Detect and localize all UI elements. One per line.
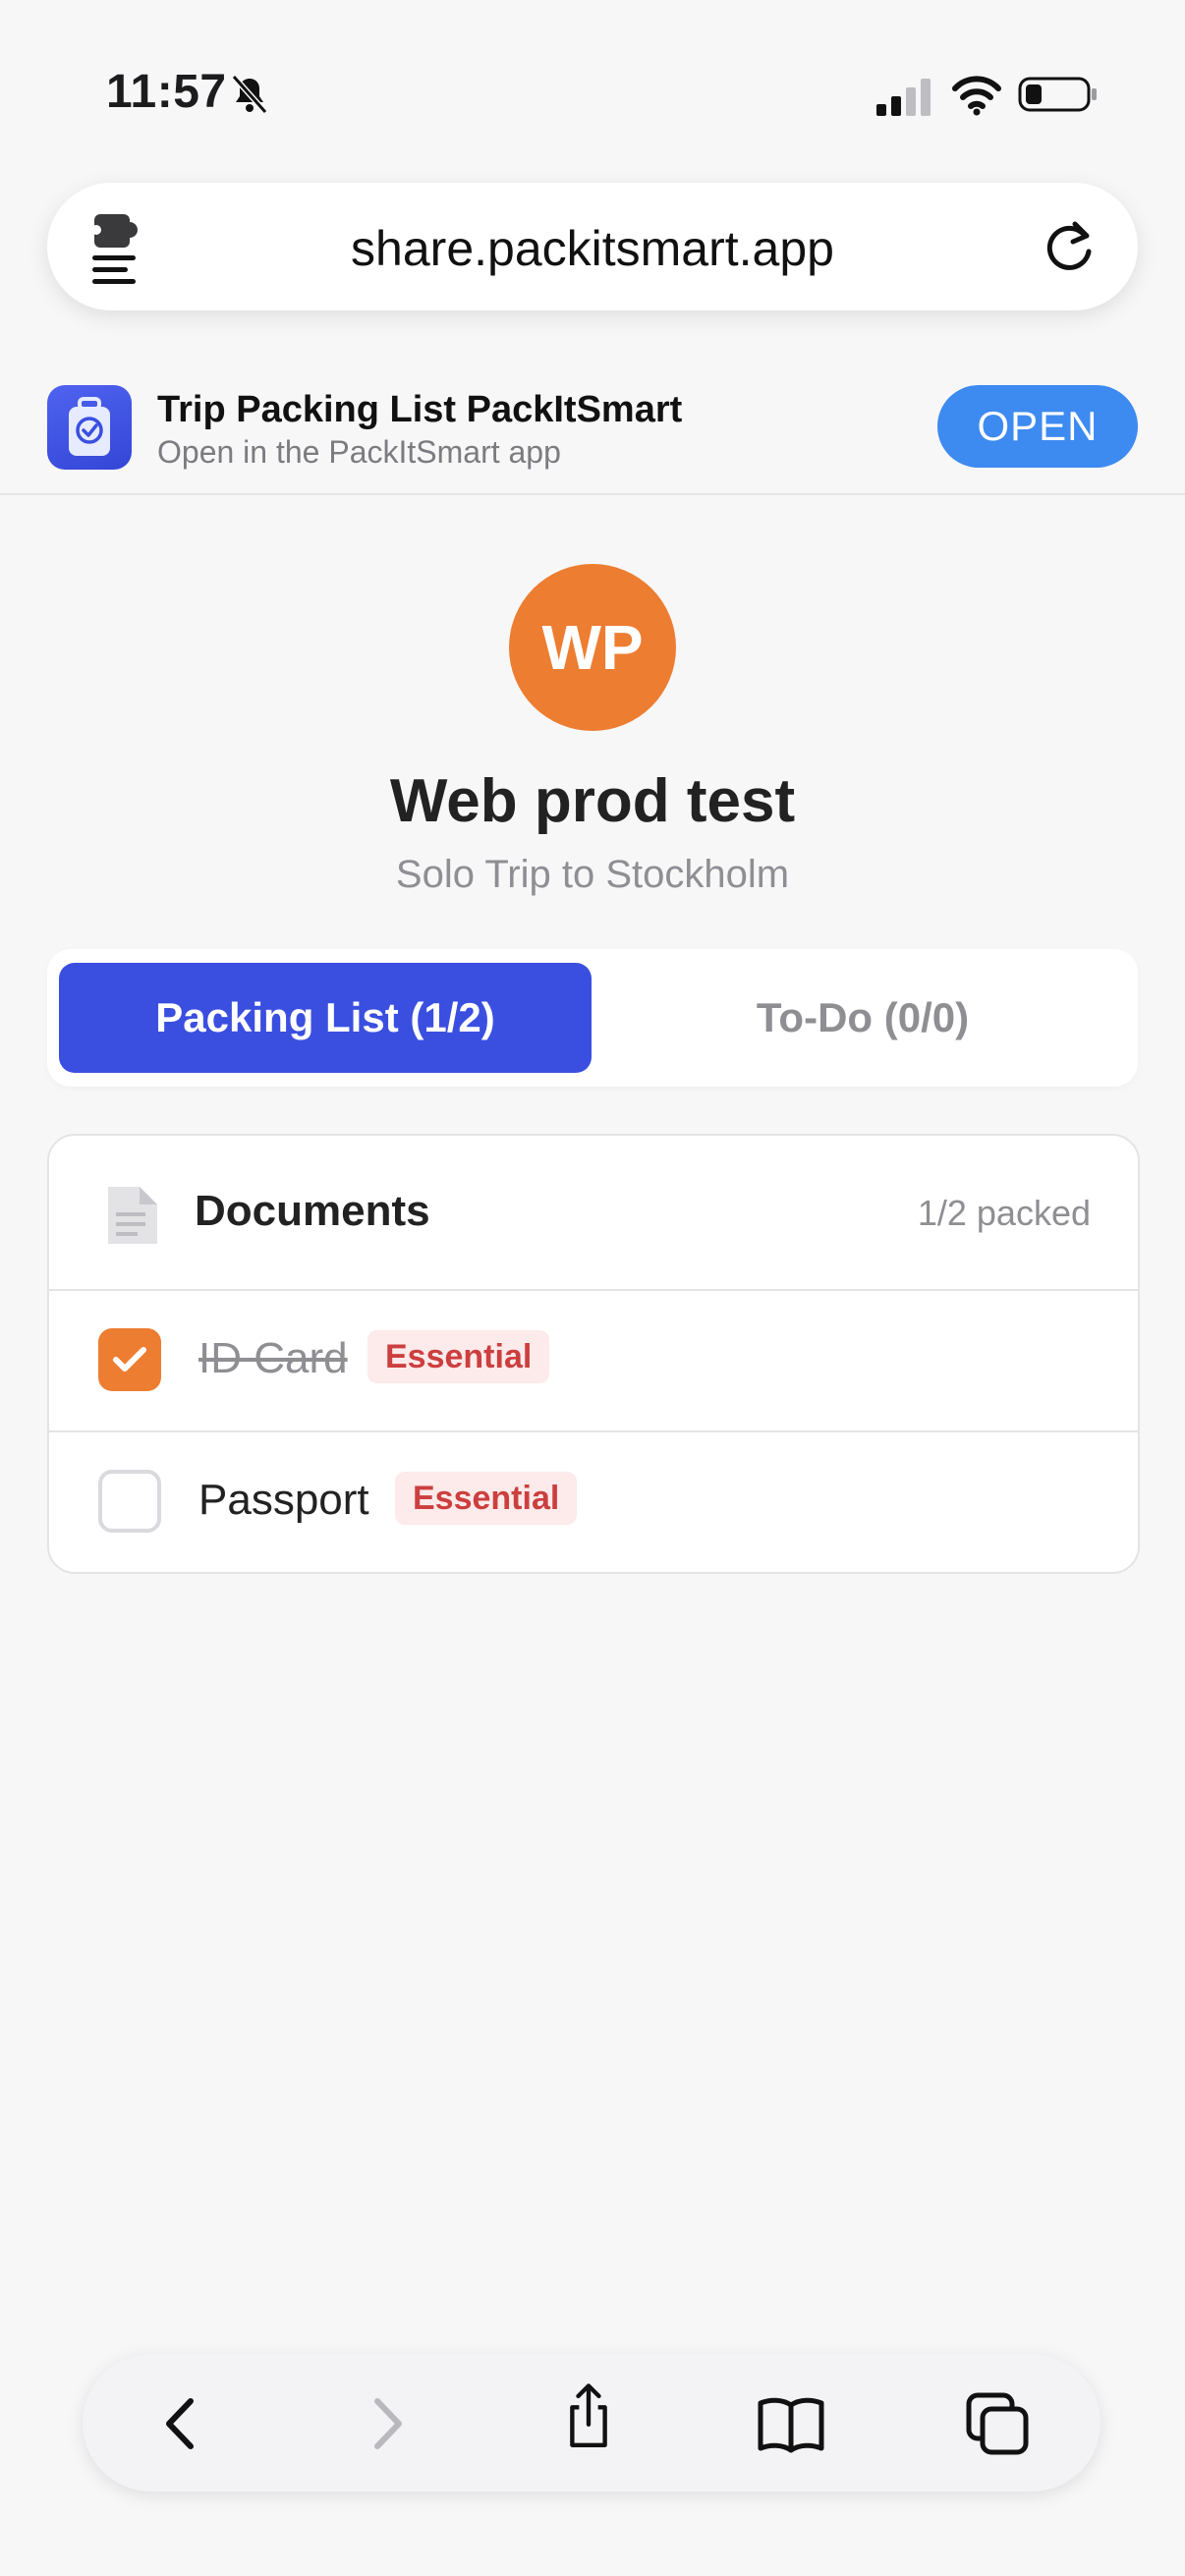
tab-todo[interactable]: To-Do (0/0) [597,963,1128,1073]
essential-tag: Essential [367,1330,550,1383]
url-text[interactable]: share.packitsmart.app [47,220,1138,277]
item-checkbox[interactable] [98,1328,161,1391]
status-time: 11:57 [106,66,227,118]
checkmark-icon [113,1347,146,1372]
document-icon [108,1187,157,1244]
tab-bar: Packing List (1/2) To-Do (0/0) [47,949,1138,1087]
tab-packing-list[interactable]: Packing List (1/2) [59,963,592,1073]
category-count: 1/2 packed [917,1193,1091,1233]
tabs-icon[interactable] [963,2389,1032,2458]
bell-off-icon [231,75,268,114]
back-icon[interactable] [147,2389,216,2458]
open-app-button[interactable]: OPEN [937,385,1138,468]
page-title: Web prod test [389,767,796,835]
app-banner-title: Trip Packing List PackItSmart [157,389,683,430]
browser-toolbar [83,2354,1100,2492]
bookmarks-icon[interactable] [757,2389,825,2458]
page-subtitle: Solo Trip to Stockholm [395,853,790,896]
suitcase-check-icon [69,397,110,456]
item-name: ID Card [198,1334,348,1382]
url-bar[interactable]: share.packitsmart.app [47,183,1138,310]
list-item[interactable]: ID Card Essential [49,1291,1138,1432]
avatar: WP [509,564,676,731]
category-header[interactable]: Documents 1/2 packed [49,1136,1138,1291]
app-banner-subtitle: Open in the PackItSmart app [157,434,561,470]
item-checkbox[interactable] [98,1470,161,1533]
app-icon[interactable] [47,385,132,470]
signal-icon [876,79,931,116]
reload-icon[interactable] [1040,216,1099,277]
item-name: Passport [198,1476,369,1524]
share-icon[interactable] [554,2381,623,2450]
status-bar: 11:57 [0,0,1185,187]
essential-tag: Essential [395,1472,578,1525]
forward-icon[interactable] [352,2389,421,2458]
category-card: Documents 1/2 packed ID Card Essential P… [47,1134,1140,1574]
list-item[interactable]: Passport Essential [49,1432,1138,1572]
wifi-icon [952,76,1001,116]
battery-icon [1018,77,1097,112]
category-title: Documents [195,1187,430,1235]
app-banner: Trip Packing List PackItSmart Open in th… [0,364,1185,495]
